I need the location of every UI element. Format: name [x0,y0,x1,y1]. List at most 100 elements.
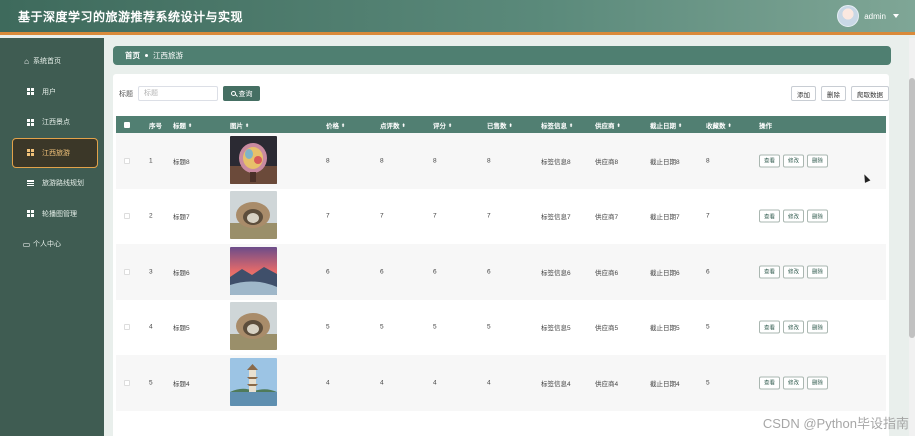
avatar[interactable] [837,5,860,27]
sort-icon[interactable]: ⬍ [617,123,621,129]
breadcrumb-separator [145,54,148,57]
col-score-header[interactable]: 评分 ⬍ [433,120,452,130]
edit-button[interactable]: 修改 [783,209,805,223]
col-reviews-header[interactable]: 点评数 ⬍ [380,120,406,130]
table-row: 4 标题5 5 5 5 5 标签信息5 供应商5 截止日期5 5 查看 修改 删除 [116,299,886,355]
col-index-cell: 2 [149,212,153,220]
sidebar-item-profile[interactable]: ▭ 个人中心 [0,229,104,260]
col-price-cell: 4 [326,379,330,387]
col-deadline-header[interactable]: 截止日期 ⬍ [650,120,682,130]
col-title-cell: 标题4 [173,380,190,388]
col-score-cell: 4 [433,379,437,387]
scrollbar-thumb[interactable] [909,78,915,338]
breadcrumb-home[interactable]: 首页 [125,50,140,61]
breadcrumb: 首页 江西旅游 [113,46,891,65]
col-price-cell: 7 [326,212,330,220]
col-supplier-cell: 供应商4 [595,380,619,388]
row-actions: 查看 修改 删除 [759,265,831,279]
row-image [230,357,277,408]
user-menu[interactable]: admin [837,5,899,27]
row-checkbox[interactable] [124,379,130,386]
col-tags-cell: 标签信息5 [541,325,571,333]
view-button[interactable]: 查看 [759,376,781,390]
filter-label: 标题 [119,90,133,98]
crawl-data-button[interactable]: 爬取数据 [851,86,889,101]
col-favorites-cell: 5 [706,379,710,387]
list-icon [26,179,35,188]
table-row: 2 标题7 7 7 7 7 标签信息7 供应商7 截止日期7 7 查看 修改 删除 [116,188,886,244]
row-actions: 查看 修改 删除 [759,376,831,390]
col-title-cell: 标题5 [173,325,190,333]
edit-button[interactable]: 修改 [783,320,805,334]
sidebar-item-route-planning[interactable]: 旅游路线规划 [0,168,104,199]
select-all-checkbox[interactable] [124,121,130,128]
sidebar-item-carousel[interactable]: 轮播图管理 [0,199,104,230]
sort-icon[interactable]: ⬍ [448,123,452,129]
col-index-cell: 1 [149,157,153,165]
col-deadline-cell: 截止日期7 [650,214,680,222]
col-price-header[interactable]: 价格 ⬍ [326,120,345,130]
search-icon [230,91,236,96]
grid-icon [26,118,35,127]
username[interactable]: admin [864,12,886,21]
row-checkbox[interactable] [124,213,130,220]
search-button[interactable]: 查询 [223,86,260,101]
breadcrumb-current: 江西旅游 [153,51,183,60]
col-title-header[interactable]: 标题 ⬍ [173,120,192,130]
row-actions: 查看 修改 删除 [759,209,831,223]
row-delete-button[interactable]: 删除 [807,265,829,279]
row-checkbox[interactable] [124,157,130,164]
sort-icon[interactable]: ⬍ [341,123,345,129]
col-price-cell: 6 [326,268,330,276]
col-price-cell: 5 [326,323,330,331]
sort-icon[interactable]: ⬍ [188,123,192,129]
row-image [230,302,277,352]
toolbar: 添加 删除 爬取数据 [791,86,889,101]
view-button[interactable]: 查看 [759,265,781,279]
view-button[interactable]: 查看 [759,154,781,168]
sidebar-item-label: 系统首页 [33,58,61,66]
row-delete-button[interactable]: 删除 [807,376,829,390]
delete-button[interactable]: 删除 [821,86,846,101]
col-tags-header[interactable]: 标签信息 ⬍ [541,120,573,130]
sidebar-item-users[interactable]: 用户 [0,77,104,108]
sidebar-item-jiangxi-tours[interactable]: 江西旅游 [12,137,98,168]
col-favorites-header[interactable]: 收藏数 ⬍ [706,120,732,130]
row-checkbox[interactable] [124,324,130,331]
add-button[interactable]: 添加 [791,86,816,101]
row-checkbox[interactable] [124,268,130,275]
watermark: CSDN @Python毕设指南 [762,416,909,431]
row-delete-button[interactable]: 删除 [807,320,829,334]
chevron-down-icon[interactable] [893,14,899,18]
sort-icon[interactable]: ⬍ [678,123,682,129]
col-sold-cell: 4 [487,379,491,387]
sort-icon[interactable]: ⬍ [402,123,406,129]
sidebar-item-jiangxi-spots[interactable]: 江西景点 [0,107,104,138]
edit-button[interactable]: 修改 [783,265,805,279]
col-image-header[interactable]: 图片 ⬍ [230,120,249,130]
view-button[interactable]: 查看 [759,209,781,223]
sort-icon[interactable]: ⬍ [509,123,513,129]
sidebar-item-home[interactable]: ⌂ 系统首页 [0,46,104,77]
col-tags-cell: 标签信息8 [541,158,571,166]
view-button[interactable]: 查看 [759,320,781,334]
col-reviews-cell: 6 [380,268,384,276]
row-delete-button[interactable]: 删除 [807,154,829,168]
sort-icon[interactable]: ⬍ [728,123,732,129]
title-search-input[interactable] [138,86,218,101]
col-reviews-cell: 4 [380,379,384,387]
edit-button[interactable]: 修改 [783,154,805,168]
col-index-cell: 3 [149,268,153,276]
col-actions-header: 操作 [759,122,772,130]
col-deadline-cell: 截止日期6 [650,269,680,277]
sort-icon[interactable]: ⬍ [245,123,249,129]
col-supplier-header[interactable]: 供应商 ⬍ [595,120,621,130]
col-title-cell: 标题6 [173,269,190,277]
page-scrollbar[interactable] [909,38,915,436]
row-delete-button[interactable]: 删除 [807,209,829,223]
col-sold-header[interactable]: 已售数 ⬍ [487,120,513,130]
col-favorites-cell: 6 [706,268,710,276]
edit-button[interactable]: 修改 [783,376,805,390]
sort-icon[interactable]: ⬍ [569,123,573,129]
table-row: 1 标题8 8 8 8 8 标签信息8 供应商8 截止日期8 8 查看 修改 删除 [116,133,886,189]
